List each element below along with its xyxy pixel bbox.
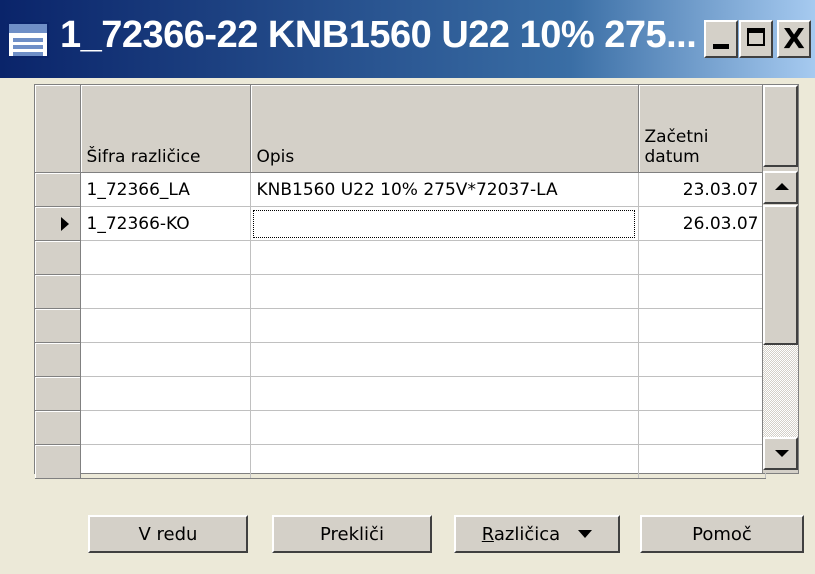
table-window-icon (7, 22, 49, 58)
cell-code[interactable] (80, 274, 251, 309)
header-row: Šifra različice Opis Začetni datum (35, 85, 766, 173)
table-row[interactable] (35, 342, 766, 377)
cell-start-date[interactable]: 26.03.07 (638, 206, 766, 241)
cell-code[interactable]: 1_72366-KO (80, 206, 251, 241)
cell-start-date[interactable]: 23.03.07 (638, 172, 766, 207)
window-title: 1_72366-22 KNB1560 U22 10% 275... (60, 14, 697, 56)
row-selector[interactable] (35, 274, 81, 309)
row-selector[interactable] (35, 444, 81, 479)
cell-code[interactable] (80, 410, 251, 445)
arrow-down-icon (775, 450, 789, 457)
scroll-up-button[interactable] (763, 171, 798, 204)
ok-button[interactable]: V redu (88, 515, 248, 553)
cancel-button-label: Prekliči (320, 523, 384, 545)
cell-description[interactable] (250, 444, 639, 479)
row-selector[interactable] (35, 172, 81, 207)
cell-code[interactable] (80, 308, 251, 343)
cell-code[interactable] (80, 342, 251, 377)
ok-button-label: V redu (138, 523, 198, 545)
title-bar[interactable]: 1_72366-22 KNB1560 U22 10% 275... X (0, 0, 815, 78)
cell-description[interactable] (250, 342, 639, 377)
maximize-icon (747, 28, 765, 46)
table-row[interactable]: 1_72366-KO 26.03.07 (35, 206, 766, 241)
row-selector-header[interactable] (35, 85, 81, 173)
variants-table: Šifra različice Opis Začetni datum 1_723… (35, 85, 766, 479)
minimize-button[interactable] (704, 20, 738, 58)
cell-code[interactable] (80, 444, 251, 479)
row-selector[interactable] (35, 206, 81, 241)
scroll-down-button[interactable] (763, 437, 798, 470)
table-row[interactable] (35, 410, 766, 445)
cell-description[interactable]: KNB1560 U22 10% 275V*72037-LA (250, 172, 639, 207)
cell-start-date[interactable] (638, 444, 766, 479)
table-row[interactable] (35, 274, 766, 309)
dropdown-arrow-icon (578, 530, 593, 538)
close-icon: X (783, 22, 805, 55)
variants-grid[interactable]: Šifra različice Opis Začetni datum 1_723… (34, 84, 799, 479)
table-row[interactable] (35, 376, 766, 411)
vertical-scrollbar[interactable] (762, 85, 798, 473)
cell-code[interactable] (80, 376, 251, 411)
help-button-label: Pomoč (692, 523, 752, 545)
cell-start-date[interactable] (638, 308, 766, 343)
current-row-pointer-icon (61, 217, 69, 231)
table-row[interactable] (35, 308, 766, 343)
minimize-icon (713, 44, 729, 49)
cell-description[interactable] (250, 376, 639, 411)
table-row[interactable] (35, 444, 766, 479)
row-selector[interactable] (35, 308, 81, 343)
scroll-thumb[interactable] (763, 205, 798, 345)
cell-start-date[interactable] (638, 240, 766, 275)
table-row[interactable] (35, 240, 766, 275)
row-selector[interactable] (35, 376, 81, 411)
cell-description[interactable] (250, 410, 639, 445)
cell-description[interactable] (250, 274, 639, 309)
cell-start-date[interactable] (638, 342, 766, 377)
column-header-code[interactable]: Šifra različice (80, 85, 251, 173)
variant-button-label: Različica (481, 523, 561, 545)
cell-description[interactable] (250, 240, 639, 275)
table-row[interactable]: 1_72366_LA KNB1560 U22 10% 275V*72037-LA 2… (35, 172, 766, 207)
row-selector[interactable] (35, 342, 81, 377)
cancel-button[interactable]: Prekliči (272, 515, 432, 553)
column-header-description[interactable]: Opis (250, 85, 639, 173)
maximize-button[interactable] (739, 20, 773, 58)
row-selector[interactable] (35, 410, 81, 445)
cell-description[interactable] (250, 308, 639, 343)
cell-description[interactable] (250, 206, 639, 241)
cell-code[interactable] (80, 240, 251, 275)
variant-menu-button[interactable]: Različica (454, 515, 620, 553)
close-button[interactable]: X (777, 20, 811, 58)
cell-start-date[interactable] (638, 410, 766, 445)
cell-start-date[interactable] (638, 274, 766, 309)
cell-start-date[interactable] (638, 376, 766, 411)
help-button[interactable]: Pomoč (640, 515, 804, 553)
scroll-track[interactable] (763, 345, 798, 437)
column-header-start-date[interactable]: Začetni datum (638, 85, 766, 173)
row-selector[interactable] (35, 240, 81, 275)
arrow-up-icon (775, 183, 789, 190)
cell-code[interactable]: 1_72366_LA (80, 172, 251, 207)
scrollbar-header-corner (763, 85, 798, 167)
